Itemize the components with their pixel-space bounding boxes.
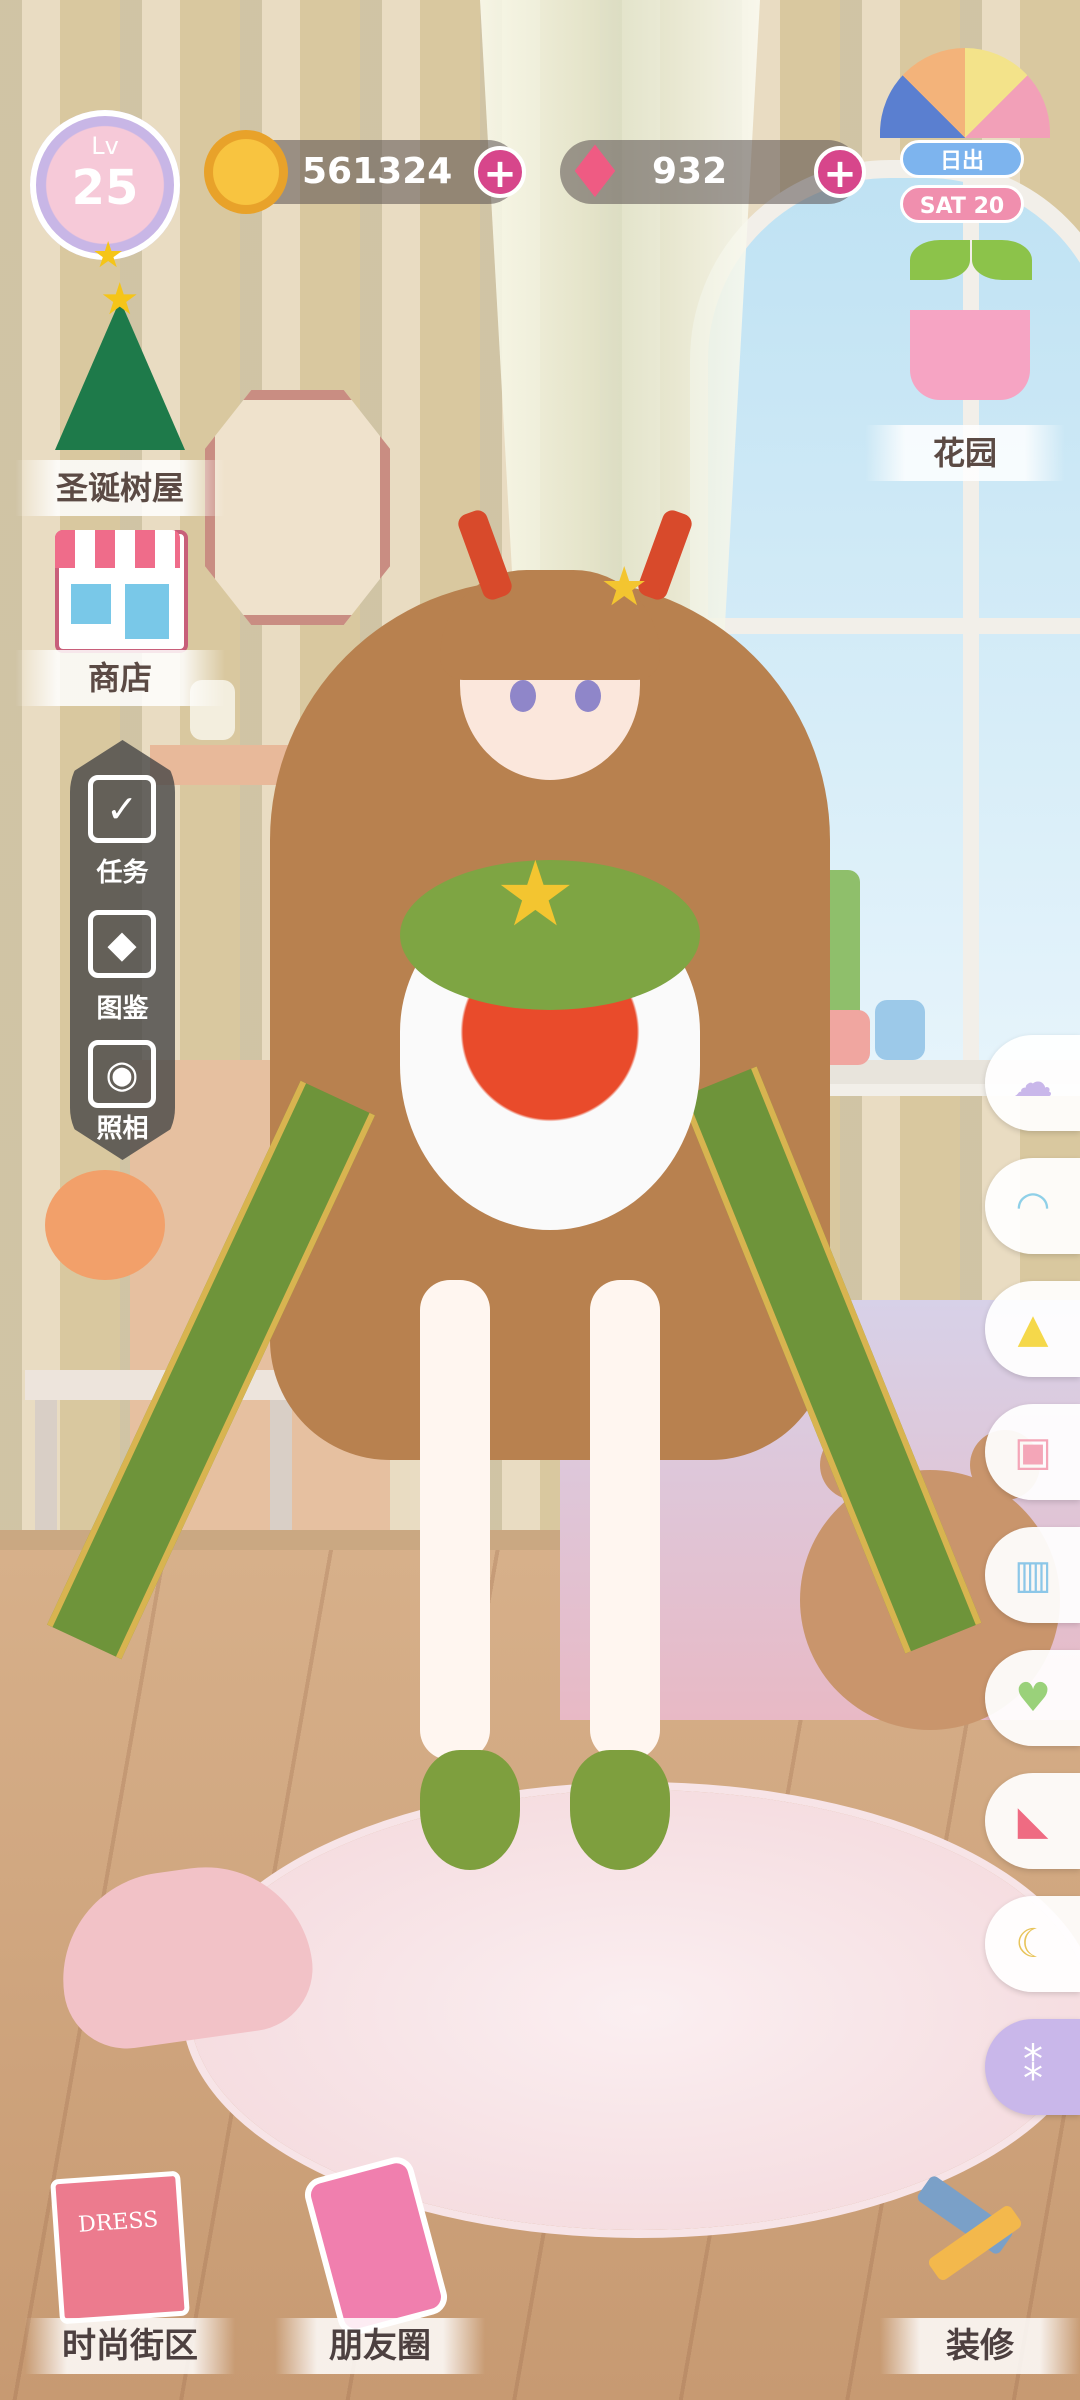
shop-label[interactable]: 商店 xyxy=(15,650,225,706)
category-hair[interactable]: ☁ xyxy=(985,1035,1080,1131)
category-necklace[interactable]: ☾ xyxy=(985,1896,1080,1992)
category-dress[interactable]: ▲ xyxy=(985,1281,1080,1377)
character-shoe-right xyxy=(570,1750,670,1870)
character-leg-right xyxy=(590,1280,660,1760)
category-top[interactable]: ▣ xyxy=(985,1404,1080,1500)
star-icon: ★ xyxy=(92,235,125,276)
gem-counter: ♦ 932 + xyxy=(560,136,866,208)
level-badge[interactable]: Lv 25 ★ xyxy=(30,110,180,276)
decorate-label: 装修 xyxy=(880,2318,1080,2374)
dress-icon: ▲ xyxy=(1017,1306,1049,1352)
character-shoe-left xyxy=(420,1750,520,1870)
catalog-label: 图鉴 xyxy=(96,994,149,1024)
book-icon: ◆ xyxy=(88,910,156,978)
camera-icon: ◉ xyxy=(88,1040,156,1108)
earrings-icon: ⁑ xyxy=(1023,2044,1043,2090)
window-frame-horizontal xyxy=(708,618,1080,634)
shop-awning xyxy=(55,530,180,568)
bag-icon: ♥ xyxy=(1015,1675,1051,1721)
pot-icon xyxy=(910,310,1030,400)
coin-icon xyxy=(204,130,288,214)
hair-star: ★ xyxy=(600,555,649,618)
shop-window xyxy=(71,584,111,624)
small-pot xyxy=(875,1000,925,1060)
date-badge: SAT 20 xyxy=(900,185,1024,223)
character-leg-left xyxy=(420,1280,490,1760)
heel-icon: ◣ xyxy=(1017,1798,1049,1844)
photo-label: 照相 xyxy=(96,1114,149,1144)
garden-label[interactable]: 花园 xyxy=(865,425,1065,481)
tools-icon xyxy=(905,2174,1035,2300)
fashion-street-label: 时尚街区 xyxy=(25,2318,235,2374)
friends-label: 朋友圈 xyxy=(275,2318,485,2374)
clipboard-icon: ✓ xyxy=(88,775,156,843)
character-eye-right xyxy=(575,680,601,712)
christmas-tree-house-label[interactable]: 圣诞树屋 xyxy=(15,460,225,516)
level-label: Lv xyxy=(91,132,119,160)
level-value: 25 xyxy=(71,160,139,216)
shop-door xyxy=(125,584,169,639)
add-gems-button[interactable]: + xyxy=(814,146,866,198)
flower-bouquet xyxy=(45,1170,165,1280)
shorts-icon: ▥ xyxy=(1014,1552,1052,1598)
dress-book-icon: DRESS xyxy=(50,2170,190,2325)
christmas-tree-icon[interactable]: ★ xyxy=(55,274,185,450)
category-hat[interactable]: ◠ xyxy=(985,1158,1080,1254)
add-coins-button[interactable]: + xyxy=(474,146,526,198)
wall-picture-frame xyxy=(205,390,390,625)
character-star-ornament: ★ xyxy=(495,842,576,947)
star-icon: ★ xyxy=(100,274,140,325)
dress-book-text: DRESS xyxy=(77,2207,160,2238)
leaf-icon xyxy=(910,240,970,280)
coin-counter: 561324 + xyxy=(204,130,526,214)
time-of-day-badge: 日出 xyxy=(900,140,1024,178)
shop-icon[interactable] xyxy=(55,530,188,653)
gem-icon: ♦ xyxy=(562,130,628,214)
tasks-label: 任务 xyxy=(96,858,149,888)
hair-icon: ☁ xyxy=(1013,1060,1053,1106)
category-shoes[interactable]: ◣ xyxy=(985,1773,1080,1869)
necklace-icon: ☾ xyxy=(1015,1921,1051,1967)
coin-value: 561324 xyxy=(302,151,453,192)
leaf-icon xyxy=(972,240,1032,280)
category-earrings[interactable]: ⁑ xyxy=(985,2019,1080,2115)
garden-pot-icon[interactable] xyxy=(900,240,1040,410)
category-bottom[interactable]: ▥ xyxy=(985,1527,1080,1623)
category-bag[interactable]: ♥ xyxy=(985,1650,1080,1746)
shirt-icon: ▣ xyxy=(1014,1429,1052,1475)
character-eye-left xyxy=(510,680,536,712)
gem-value: 932 xyxy=(652,151,728,192)
hat-icon: ◠ xyxy=(1015,1183,1051,1229)
